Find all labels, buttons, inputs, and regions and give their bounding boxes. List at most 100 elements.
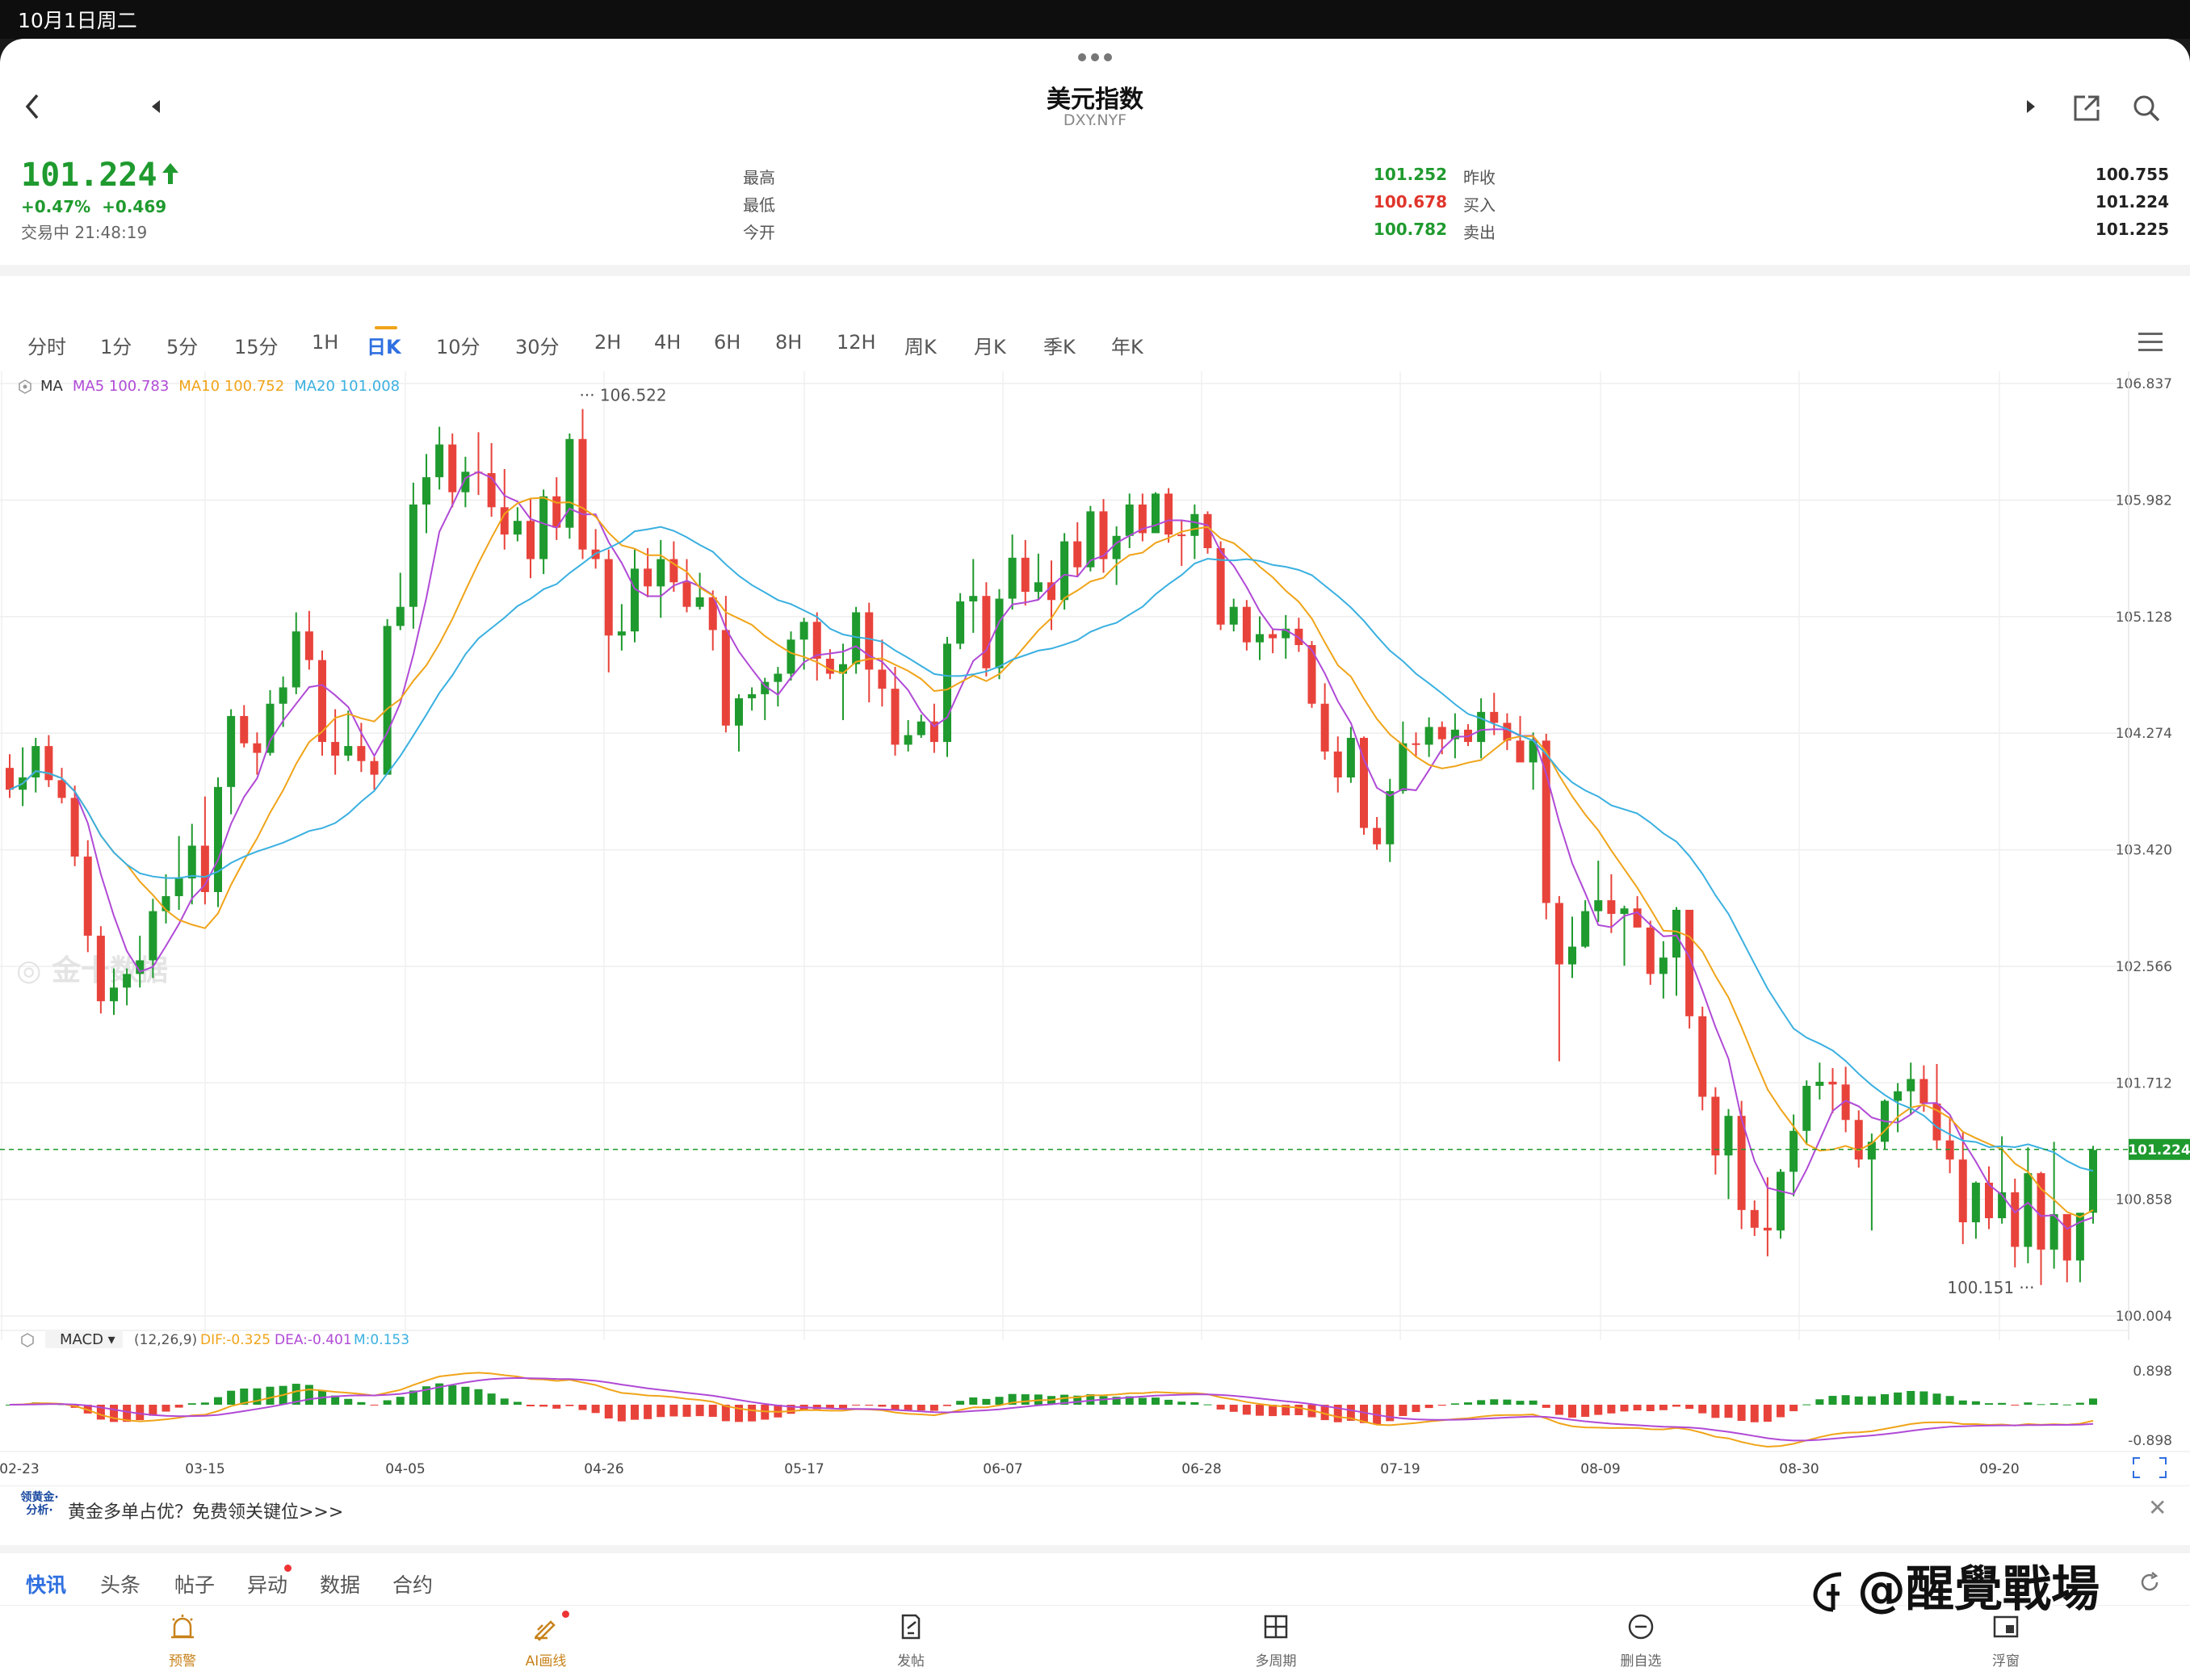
candle [266, 689, 275, 756]
tab-fenshi[interactable]: 分时 [27, 331, 66, 359]
candle-body [943, 643, 951, 743]
candle-body [1854, 1120, 1863, 1160]
nav-ai-draw[interactable]: AI画线 [497, 1612, 594, 1670]
tab-2h[interactable]: 2H [594, 331, 621, 354]
promo-text[interactable]: 黄金多单占优？免费领关键位>>> [68, 1498, 343, 1523]
candle-body [865, 612, 874, 670]
macd-settings-icon [21, 1333, 34, 1347]
macd-bar [1672, 1405, 1680, 1407]
candle [878, 639, 887, 707]
alarm-icon [171, 1615, 194, 1639]
candle-body [1620, 908, 1629, 915]
y-tick-label: 105.982 [2116, 493, 2172, 509]
candle [982, 582, 991, 677]
next-symbol-icon[interactable] [2025, 98, 2037, 115]
news-tab-flash[interactable]: 快讯 [26, 1569, 66, 1598]
macd-bar [708, 1405, 717, 1418]
x-tick-label: 04-26 [584, 1461, 623, 1477]
macd-bar [1789, 1405, 1798, 1412]
promo-banner[interactable]: 领黄金·分析· 黄金多单占优？免费领关键位>>> ✕ [0, 1485, 2190, 1535]
candle-body [1125, 504, 1134, 536]
menu-icon[interactable] [2138, 333, 2163, 357]
candle-body [721, 630, 730, 726]
fullscreen-icon[interactable] [2133, 1457, 2167, 1478]
share-icon[interactable] [2072, 94, 2101, 123]
candle [357, 723, 366, 773]
tab-4h[interactable]: 4H [654, 331, 681, 354]
macd-bar [474, 1389, 483, 1405]
tab-5min[interactable]: 5分 [166, 331, 198, 359]
tab-monthly-k[interactable]: 月K [974, 331, 1006, 359]
news-tab-data[interactable]: 数据 [320, 1569, 360, 1598]
candle-body [1607, 900, 1616, 915]
tab-daily-k[interactable]: 日K [367, 331, 401, 359]
nav-multi-period[interactable]: 多周期 [1227, 1612, 1324, 1670]
candle [240, 705, 249, 748]
search-icon[interactable] [2132, 94, 2161, 123]
tab-weekly-k[interactable]: 周K [904, 331, 937, 359]
candle-body [982, 596, 991, 668]
price-change: +0.47% +0.469 [21, 197, 178, 216]
candle [1698, 1006, 1707, 1111]
candle [631, 549, 639, 643]
tab-yearly-k[interactable]: 年K [1111, 331, 1143, 359]
nav-post[interactable]: 发帖 [862, 1612, 959, 1670]
ai-notification-dot [562, 1611, 569, 1618]
refresh-icon[interactable] [2138, 1571, 2161, 1594]
news-tab-posts[interactable]: 帖子 [174, 1569, 215, 1598]
candle-body [1256, 634, 1264, 643]
candle-body [735, 698, 743, 726]
x-tick-label: 02-23 [0, 1461, 40, 1477]
candle-body [1985, 1183, 1993, 1218]
macd-bar [1998, 1402, 2007, 1405]
candle-body [1581, 911, 1590, 947]
candle-body [422, 477, 430, 505]
tab-15min[interactable]: 15分 [234, 331, 279, 359]
candle [1659, 941, 1668, 999]
nav-float-window-label: 浮窗 [1992, 1653, 2020, 1670]
macd-bar [1958, 1400, 1967, 1405]
macd-bar [1581, 1405, 1590, 1418]
tab-30min[interactable]: 30分 [515, 331, 560, 359]
candle [657, 539, 665, 618]
candle-body [878, 669, 887, 689]
candle-body [513, 521, 522, 535]
macd-bar [174, 1405, 183, 1408]
candle [1724, 1108, 1733, 1200]
sheet-grabber[interactable] [1076, 53, 1114, 63]
back-icon[interactable] [23, 92, 42, 121]
ma10-value: MA10 100.752 [178, 378, 285, 395]
tab-6h[interactable]: 6H [714, 331, 740, 354]
tab-12h[interactable]: 12H [837, 331, 876, 354]
settings-hex-icon[interactable] [18, 379, 32, 394]
y-tick-label: 101.712 [2116, 1075, 2172, 1091]
candle [227, 709, 236, 815]
candle [474, 432, 483, 496]
nav-alert[interactable]: 预警 [134, 1612, 231, 1670]
y-tick-label: 100.858 [2116, 1192, 2172, 1209]
candle-body [331, 742, 340, 756]
tab-1h[interactable]: 1H [312, 331, 338, 354]
macd-bar [214, 1397, 222, 1405]
news-tab-contracts[interactable]: 合约 [392, 1569, 433, 1598]
macd-bar [1437, 1405, 1446, 1406]
tab-1min[interactable]: 1分 [100, 331, 132, 359]
candle [1294, 618, 1303, 652]
kline-chart[interactable]: 106.837 105.982 105.128 104.274 103.420 102.5… [0, 371, 2190, 1485]
macd-bar [617, 1405, 626, 1422]
tab-10min[interactable]: 10分 [436, 331, 480, 359]
nav-float-window[interactable]: 浮窗 [1957, 1612, 2054, 1670]
candle [1985, 1166, 1993, 1230]
close-icon[interactable]: ✕ [2148, 1494, 2167, 1521]
prev-symbol-icon[interactable] [150, 98, 162, 115]
news-tab-movers[interactable]: 异动 [247, 1569, 287, 1598]
tab-quarterly-k[interactable]: 季K [1043, 331, 1076, 359]
macd-bar [1620, 1405, 1629, 1412]
macd-bar [748, 1405, 757, 1422]
candle-body [2089, 1150, 2097, 1213]
news-tab-headline[interactable]: 头条 [100, 1569, 141, 1598]
candle-body [1958, 1159, 1967, 1223]
tab-8h[interactable]: 8H [775, 331, 802, 354]
candle-body [1424, 727, 1433, 745]
nav-remove-watchlist[interactable]: 删自选 [1592, 1612, 1689, 1670]
